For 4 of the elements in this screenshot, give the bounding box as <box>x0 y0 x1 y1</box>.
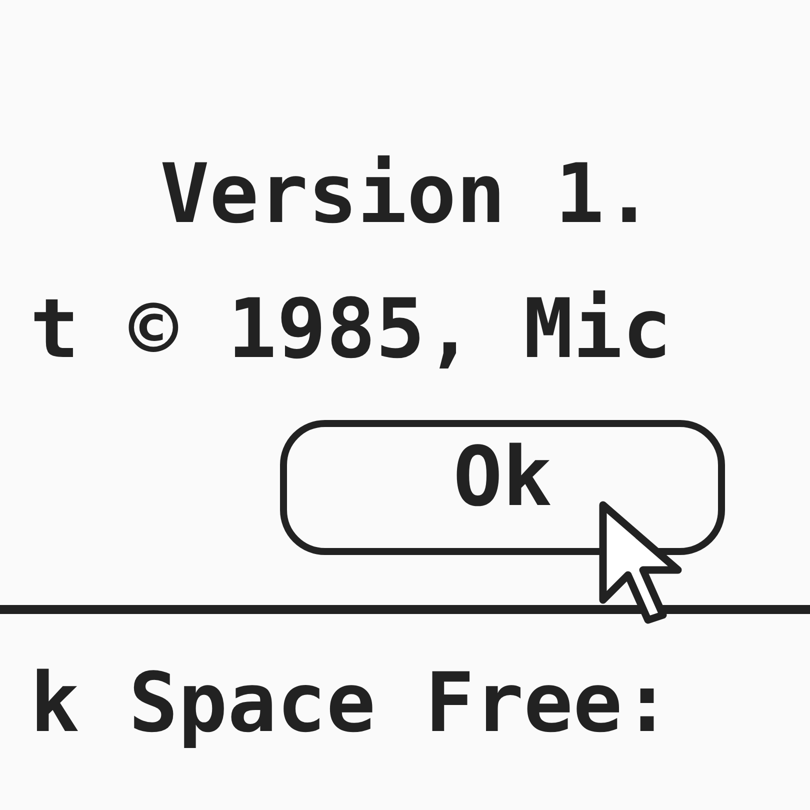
copyright-text: t © 1985, Mic <box>29 285 673 375</box>
ok-button[interactable]: Ok <box>280 420 725 555</box>
version-text: Version 1. <box>159 150 655 240</box>
disk-space-label: k Space Free: <box>29 659 673 749</box>
